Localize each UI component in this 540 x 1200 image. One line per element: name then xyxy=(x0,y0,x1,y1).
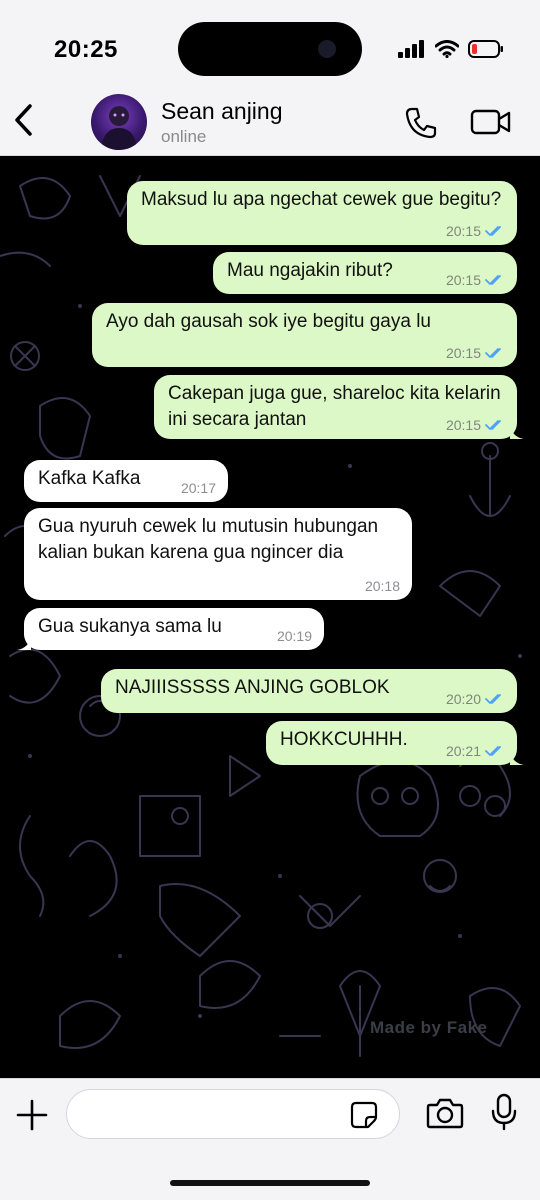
plus-icon[interactable] xyxy=(16,1099,48,1131)
phone-icon[interactable] xyxy=(404,106,438,140)
message-text: Gua sukanya sama lu xyxy=(38,616,222,637)
microphone-icon[interactable] xyxy=(490,1093,518,1131)
message-text: NAJIIISSSSS ANJING GOBLOK xyxy=(115,677,390,698)
chat-header: Sean anjing online xyxy=(0,94,540,156)
message-time: 20:18 xyxy=(364,578,400,594)
watermark: Made by Fake xyxy=(370,1018,488,1037)
message-text: Maksud lu apa ngechat cewek gue begitu? xyxy=(141,189,502,210)
message-time: 20:15 xyxy=(445,272,481,288)
message-time: 20:21 xyxy=(445,743,481,759)
message-outgoing[interactable]: Mau ngajakin ribut? 20:15 xyxy=(213,252,517,294)
message-time: 20:15 xyxy=(445,417,481,433)
message-outgoing[interactable]: Ayo dah gausah sok iye begitu gaya lu 20… xyxy=(92,303,517,367)
double-check-icon xyxy=(485,226,501,236)
contact-name[interactable]: Sean anjing xyxy=(161,98,283,125)
message-time: 20:17 xyxy=(180,480,216,496)
double-check-icon xyxy=(485,694,501,704)
message-meta: 20:15 xyxy=(446,272,505,288)
message-incoming[interactable]: Kafka Kafka 20:17 xyxy=(24,460,228,502)
message-time: 20:15 xyxy=(445,345,481,361)
dynamic-island xyxy=(178,22,362,76)
double-check-icon xyxy=(485,348,501,358)
front-camera-dot xyxy=(318,40,336,58)
bubble-tail xyxy=(510,751,524,765)
avatar-silhouette-icon xyxy=(101,106,137,150)
bubble-tail xyxy=(510,425,524,439)
home-indicator[interactable] xyxy=(170,1180,370,1186)
message-text: Ayo dah gausah sok iye begitu gaya lu xyxy=(106,311,431,332)
double-check-icon xyxy=(485,275,501,285)
message-time: 20:20 xyxy=(445,691,481,707)
wifi-icon xyxy=(435,40,459,58)
message-meta: 20:15 xyxy=(446,223,505,239)
message-meta: 20:19 xyxy=(277,628,312,644)
signal-icon xyxy=(398,40,424,58)
avatar[interactable] xyxy=(91,94,147,150)
message-time: 20:15 xyxy=(445,223,481,239)
message-meta: 20:20 xyxy=(446,691,505,707)
message-incoming[interactable]: Gua nyuruh cewek lu mutusin hubungan kal… xyxy=(24,508,412,600)
contact-status: online xyxy=(161,127,207,146)
message-incoming[interactable]: Gua sukanya sama lu 20:19 xyxy=(17,608,324,650)
status-time: 20:25 xyxy=(54,36,118,63)
camera-icon[interactable] xyxy=(426,1097,464,1129)
battery-icon xyxy=(468,40,503,58)
message-meta: 20:17 xyxy=(181,480,216,496)
double-check-icon xyxy=(485,420,501,430)
sticker-icon[interactable] xyxy=(350,1101,378,1129)
back-chevron-icon[interactable] xyxy=(12,102,36,138)
message-text: Gua nyuruh cewek lu mutusin hubungan kal… xyxy=(38,516,379,563)
message-outgoing[interactable]: HOKKCUHHH. 20:21 xyxy=(266,721,524,765)
message-outgoing[interactable]: Maksud lu apa ngechat cewek gue begitu? … xyxy=(127,181,517,245)
message-meta: 20:21 xyxy=(446,743,505,759)
double-check-icon xyxy=(485,746,501,756)
message-outgoing[interactable]: NAJIIISSSSS ANJING GOBLOK 20:20 xyxy=(101,669,517,713)
message-outgoing[interactable]: Cakepan juga gue, shareloc kita kelarin … xyxy=(154,375,524,439)
video-camera-icon[interactable] xyxy=(470,107,512,137)
status-bar: 20:25 xyxy=(0,0,540,94)
message-meta: 20:18 xyxy=(365,578,400,594)
message-meta: 20:15 xyxy=(446,417,505,433)
message-meta: 20:15 xyxy=(446,345,505,361)
message-time: 20:19 xyxy=(276,628,312,644)
system-icons xyxy=(398,38,504,60)
bubble-tail xyxy=(17,636,31,650)
chat-area[interactable]: Maksud lu apa ngechat cewek gue begitu? … xyxy=(0,156,540,1078)
